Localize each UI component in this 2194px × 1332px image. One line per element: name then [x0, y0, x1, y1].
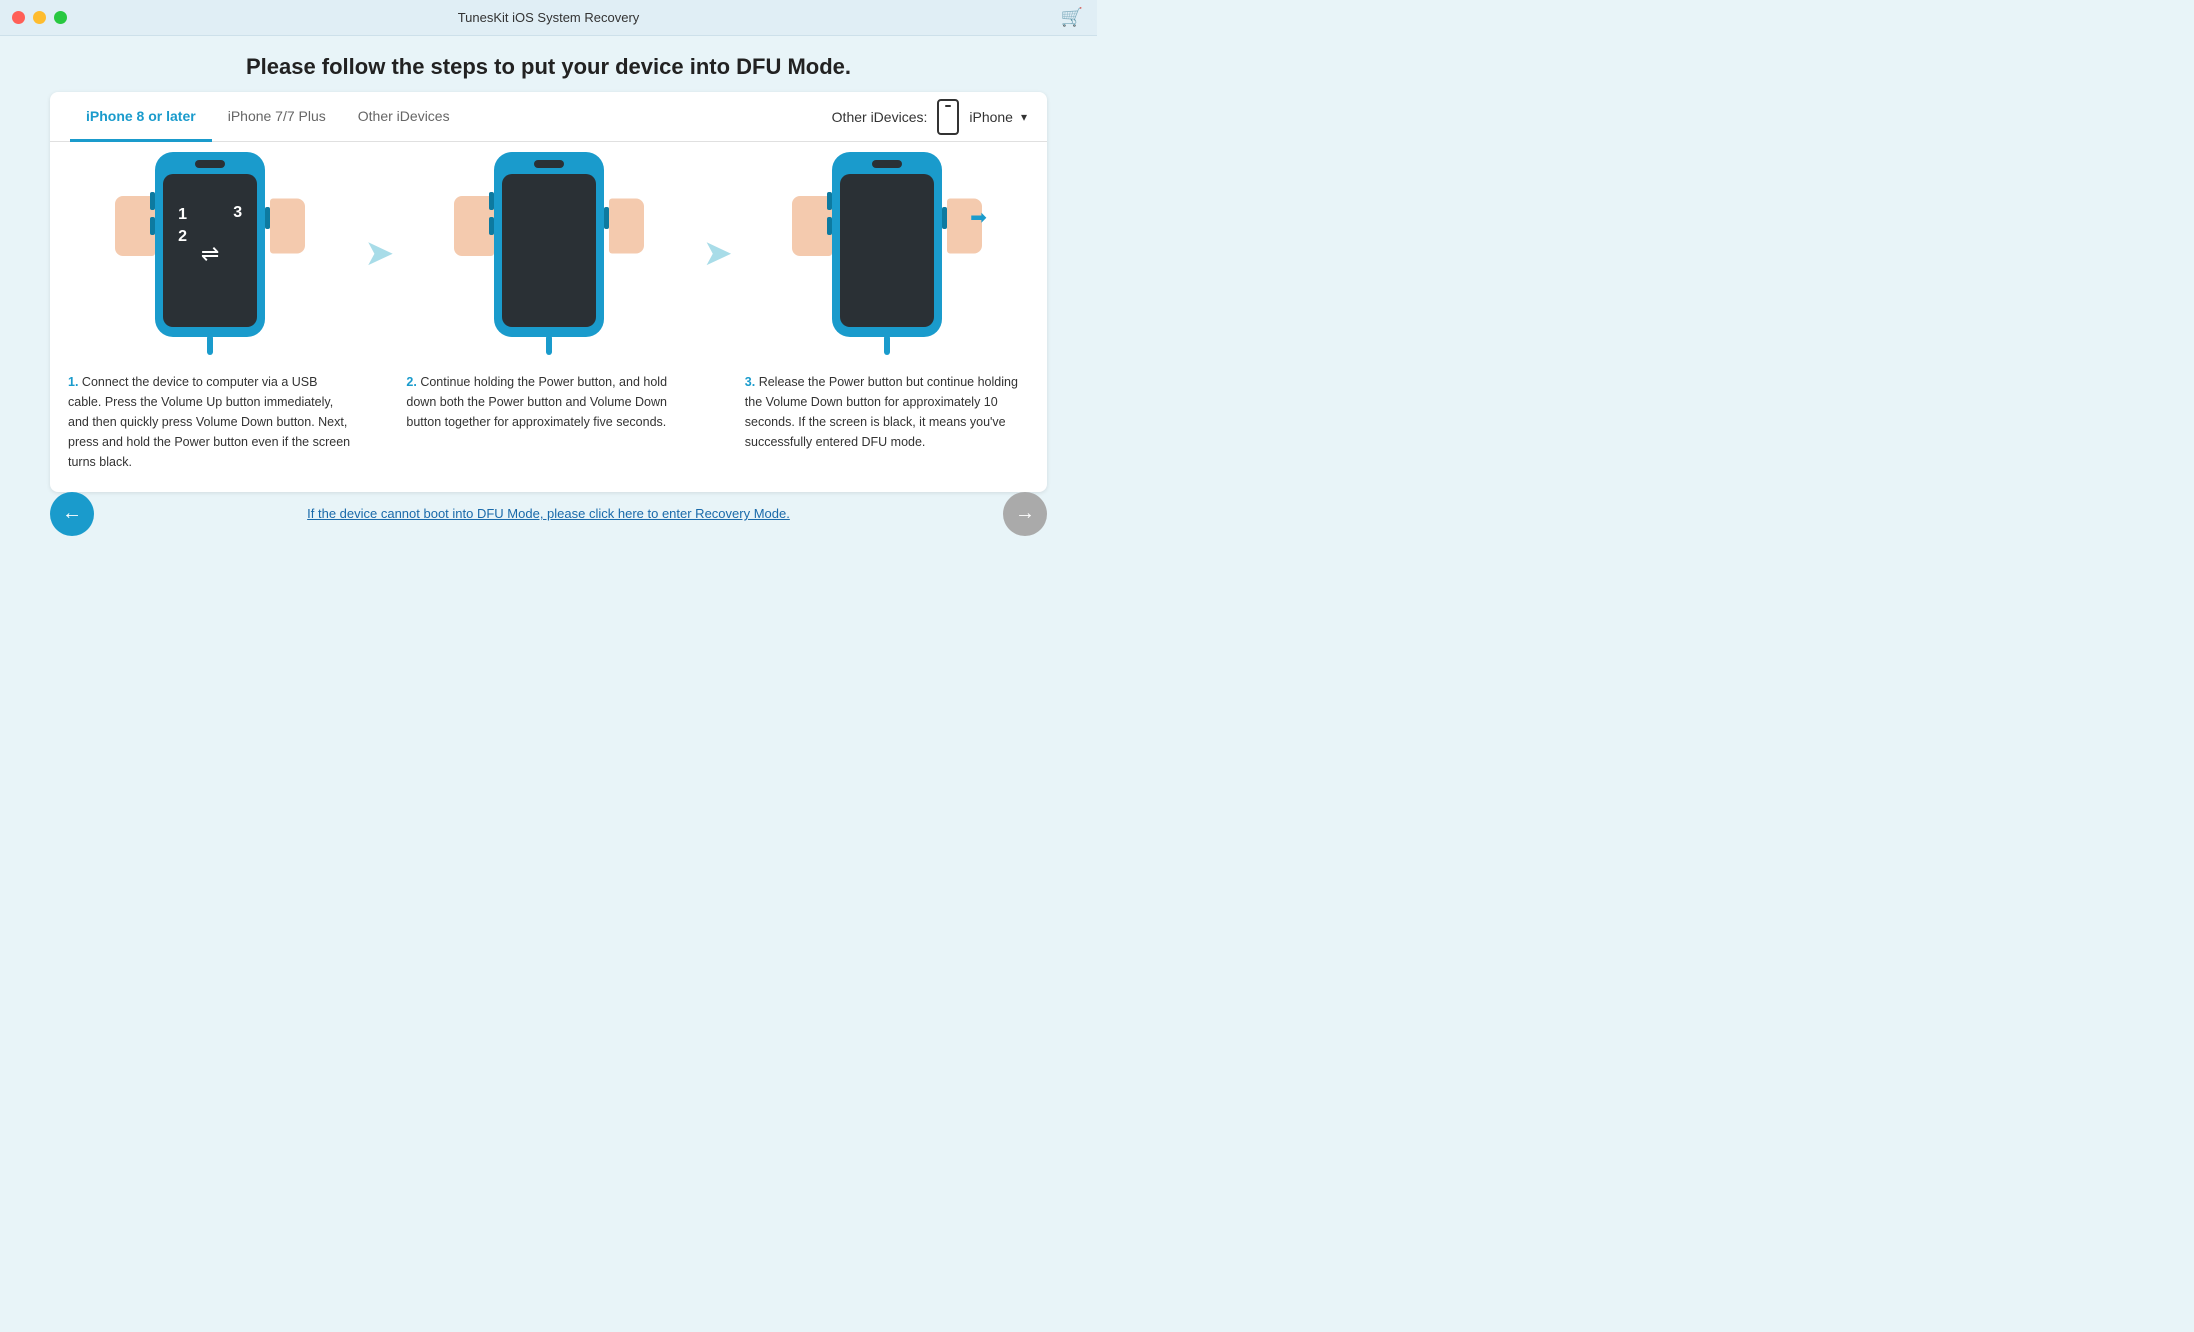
volume-down-button-2: [489, 217, 494, 235]
cart-icon[interactable]: 🛒: [1061, 7, 1083, 28]
step-screen-label-1: 12: [178, 204, 187, 249]
volume-up-button-2: [489, 192, 494, 210]
phone-notch-3: [872, 160, 902, 168]
title-bar: TunesKit iOS System Recovery 🛒: [0, 0, 1097, 36]
step-3-container: ➡ 3. Release the Power button but contin…: [737, 152, 1037, 452]
phone-notch-1: [195, 160, 225, 168]
volume-down-button-3: [827, 217, 832, 235]
phone-screen-3: [840, 174, 934, 327]
steps-area: 12 3 ⇌ 1. Connect the device to computer…: [50, 142, 1047, 472]
step-screen-label-3: 3: [233, 204, 242, 222]
bottom-bar: ← If the device cannot boot into DFU Mod…: [0, 492, 1097, 535]
step-3-text: Release the Power button but continue ho…: [745, 375, 1018, 449]
page-title: Please follow the steps to put your devi…: [0, 36, 1097, 92]
phone-notch-2: [534, 160, 564, 168]
content-box: iPhone 8 or later iPhone 7/7 Plus Other …: [50, 92, 1047, 492]
phone-diagram-1: 12 3 ⇌: [125, 152, 295, 362]
hand-right-2: [609, 198, 644, 253]
window-title: TunesKit iOS System Recovery: [458, 10, 640, 25]
hand-left-3: [792, 196, 832, 256]
next-arrow-icon: →: [1015, 502, 1035, 525]
close-button[interactable]: [12, 11, 25, 24]
step-3-number-label: 3.: [745, 375, 755, 389]
other-devices-label: Other iDevices:: [832, 109, 928, 125]
phone-body-1: 12 3 ⇌: [155, 152, 265, 337]
phone-diagram-2: [464, 152, 634, 362]
tab-other[interactable]: Other iDevices: [342, 93, 466, 142]
window-controls: [12, 11, 67, 24]
tab-iphone8[interactable]: iPhone 8 or later: [70, 93, 212, 142]
hand-left-2: [454, 196, 494, 256]
next-button[interactable]: →: [1003, 492, 1047, 536]
phone-diagram-3: ➡: [802, 152, 972, 362]
step-1-description: 1. Connect the device to computer via a …: [60, 372, 360, 472]
usb-icon: ⇌: [201, 241, 219, 267]
arrow-2: ➤: [699, 152, 737, 274]
step-1-number-label: 1.: [68, 375, 78, 389]
chevron-down-icon[interactable]: ▾: [1021, 110, 1027, 124]
step-3-description: 3. Release the Power button but continue…: [737, 372, 1037, 452]
power-button-3: [942, 207, 947, 229]
maximize-button[interactable]: [54, 11, 67, 24]
step-2-container: 2. Continue holding the Power button, an…: [398, 152, 698, 432]
phone-connector-1: [207, 335, 213, 355]
volume-up-button: [150, 192, 155, 210]
other-devices-selector: Other iDevices: iPhone ▾: [832, 99, 1027, 135]
volume-up-button-3: [827, 192, 832, 210]
back-arrow-icon: ←: [62, 502, 82, 525]
phone-screen-1: 12 3 ⇌: [163, 174, 257, 327]
next-arrow-icon-2: ➤: [703, 232, 733, 274]
step-2-description: 2. Continue holding the Power button, an…: [398, 372, 698, 432]
minimize-button[interactable]: [33, 11, 46, 24]
phone-body-3: [832, 152, 942, 337]
device-icon: [937, 99, 959, 135]
step-1-container: 12 3 ⇌ 1. Connect the device to computer…: [60, 152, 360, 472]
phone-connector-3: [884, 335, 890, 355]
hand-right-1: [270, 198, 305, 253]
recovery-mode-link[interactable]: If the device cannot boot into DFU Mode,…: [307, 506, 790, 521]
step-1-text: Connect the device to computer via a USB…: [68, 375, 350, 469]
tab-iphone7[interactable]: iPhone 7/7 Plus: [212, 93, 342, 142]
next-arrow-icon-1: ➤: [364, 232, 394, 274]
device-name-label: iPhone: [969, 109, 1013, 125]
tabs-row: iPhone 8 or later iPhone 7/7 Plus Other …: [50, 92, 1047, 142]
step-2-number-label: 2.: [406, 375, 416, 389]
step-2-text: Continue holding the Power button, and h…: [406, 375, 667, 429]
hand-left-1: [115, 196, 155, 256]
arrow-1: ➤: [360, 152, 398, 274]
power-button-2: [604, 207, 609, 229]
volume-down-button: [150, 217, 155, 235]
phone-body-2: [494, 152, 604, 337]
phone-connector-2: [546, 335, 552, 355]
back-button[interactable]: ←: [50, 492, 94, 536]
power-button: [265, 207, 270, 229]
phone-screen-2: [502, 174, 596, 327]
release-arrow-icon: ➡: [970, 205, 987, 230]
